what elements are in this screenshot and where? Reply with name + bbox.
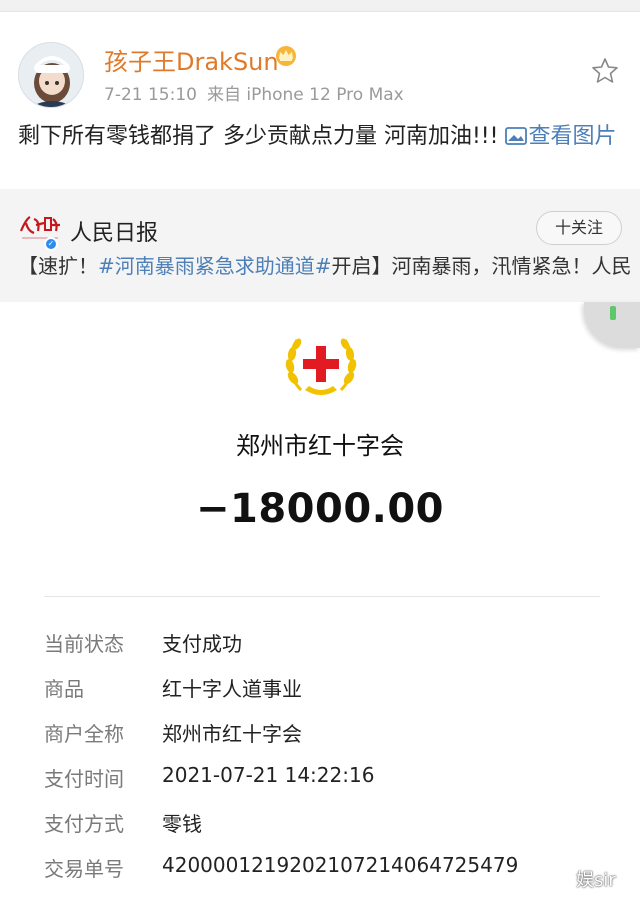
post-body: 剩下所有零钱都捐了 多少贡献点力量 河南加油!!! [18, 124, 506, 149]
detail-label: 当前状态 [44, 632, 124, 656]
divider [44, 596, 600, 597]
detail-label: 交易单号 [44, 857, 124, 881]
follow-button[interactable]: 十关注 [536, 211, 622, 245]
post-meta: 7-21 15:10 来自 iPhone 12 Pro Max [104, 80, 404, 105]
detail-row-merchant: 商户全称 郑州市红十字会 [44, 718, 614, 763]
view-image-link[interactable]: 查看图片 [505, 124, 616, 149]
weibo-post: 孩子王DrakSun 7-21 15:10 来自 iPhone 12 Pro Ma… [0, 12, 640, 302]
detail-value: 零钱 [162, 812, 202, 836]
user-avatar[interactable] [18, 42, 84, 108]
post-source: 来自 iPhone 12 Pro Max [206, 85, 404, 105]
detail-row-time: 支付时间 2021-07-21 14:22:16 [44, 763, 614, 808]
detail-value: 2021-07-21 14:22:16 [162, 763, 375, 787]
detail-row-method: 支付方式 零钱 [44, 808, 614, 853]
watermark: 娱sir [576, 870, 616, 891]
star-icon[interactable] [590, 56, 620, 86]
detail-label: 商品 [44, 677, 84, 701]
repost-text-prefix: 【速扩！ [18, 254, 98, 278]
crown-icon [276, 46, 296, 66]
detail-value: 支付成功 [162, 632, 242, 656]
detail-row-status: 当前状态 支付成功 [44, 628, 614, 673]
tab-indicator [610, 306, 616, 320]
repost-text: 【速扩！#河南暴雨紧急求助通道#开启】河南暴雨，汛情紧急！人民日报新媒体开通“河… [18, 249, 630, 302]
repost-card[interactable]: ✓ 人民日报 十关注 【速扩！#河南暴雨紧急求助通道#开启】河南暴雨，汛情紧急！… [0, 189, 640, 302]
detail-label: 支付方式 [44, 812, 124, 836]
detail-label: 商户全称 [44, 722, 124, 746]
image-icon [505, 127, 528, 145]
payment-details: 当前状态 支付成功 商品 红十字人道事业 商户全称 郑州市红十字会 支付时间 2… [44, 628, 614, 898]
repost-text-suffix: 开启】河南暴雨，汛情紧急！人民日报新媒体开通“河南暴雨紧急求助通道”，如果您 [331, 254, 630, 278]
red-cross-emblem-icon [285, 338, 357, 395]
detail-row-product: 商品 红十字人道事业 [44, 673, 614, 718]
detail-value: 红十字人道事业 [162, 677, 302, 701]
view-image-label: 查看图片 [528, 124, 617, 149]
merchant-name: 郑州市红十字会 [236, 432, 404, 460]
detail-row-transaction-id: 交易单号 4200001219202107214064725479 [44, 853, 614, 898]
hashtag-link[interactable]: #河南暴雨紧急求助通道# [98, 254, 332, 278]
detail-value[interactable]: 4200001219202107214064725479 [162, 853, 518, 877]
payment-amount: −18000.00 [195, 486, 445, 532]
detail-value: 郑州市红十字会 [162, 722, 302, 746]
username[interactable]: 孩子王DrakSun [104, 42, 279, 77]
post-time: 7-21 15:10 [104, 85, 197, 105]
repost-account-name[interactable]: 人民日报 [70, 215, 158, 247]
post-text: 剩下所有零钱都捐了 多少贡献点力量 河南加油!!! 查看图片 [18, 120, 618, 153]
detail-label: 支付时间 [44, 767, 124, 791]
top-bar [0, 0, 640, 12]
